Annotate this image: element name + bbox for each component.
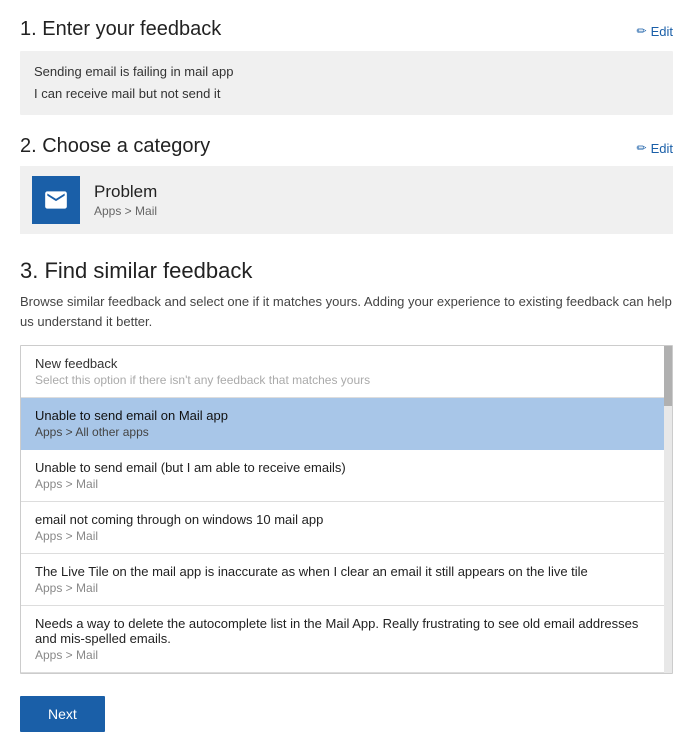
feedback-list-item-item-1[interactable]: Unable to send email on Mail app Apps > A… [21,398,672,450]
section3-container: 3. Find similar feedback Browse similar … [20,258,673,674]
item-sub-new-feedback: Select this option if there isn't any fe… [35,373,658,387]
section1-title: 1. Enter your feedback [20,18,221,41]
feedback-list-item-item-3[interactable]: email not coming through on windows 10 m… [21,502,672,554]
item-sub-item-4: Apps > Mail [35,581,658,595]
section3-description: Browse similar feedback and select one i… [20,292,673,331]
feedback-list-item-item-2[interactable]: Unable to send email (but I am able to r… [21,450,672,502]
item-title-item-2: Unable to send email (but I am able to r… [35,460,658,475]
category-path: Apps > Mail [94,204,157,218]
section1-header: 1. Enter your feedback ✏ Edit [20,18,673,41]
category-type: Problem [94,182,157,202]
next-button[interactable]: Next [20,696,105,732]
category-info: Problem Apps > Mail [94,182,157,218]
item-title-item-4: The Live Tile on the mail app is inaccur… [35,564,658,579]
item-title-item-5: Needs a way to delete the autocomplete l… [35,616,658,646]
item-sub-item-3: Apps > Mail [35,529,658,543]
feedback-line1: Sending email is failing in mail app [34,61,659,83]
item-title-item-1: Unable to send email on Mail app [35,408,658,423]
edit-icon-1: ✏ [637,24,647,38]
section2-edit-link[interactable]: ✏ Edit [637,141,673,156]
feedback-list-item-new-feedback[interactable]: New feedback Select this option if there … [21,346,672,398]
section1-edit-label: Edit [651,24,673,39]
edit-icon-2: ✏ [637,141,647,155]
item-sub-item-2: Apps > Mail [35,477,658,491]
feedback-list-item-item-5[interactable]: Needs a way to delete the autocomplete l… [21,606,672,673]
section2-title: 2. Choose a category [20,135,210,158]
section2-edit-label: Edit [651,141,673,156]
feedback-list: New feedback Select this option if there … [20,345,673,674]
item-sub-item-5: Apps > Mail [35,648,658,662]
section3-title: 3. Find similar feedback [20,258,673,284]
feedback-text-box: Sending email is failing in mail app I c… [20,51,673,115]
item-title-item-3: email not coming through on windows 10 m… [35,512,658,527]
feedback-line2: I can receive mail but not send it [34,83,659,105]
section1-edit-link[interactable]: ✏ Edit [637,24,673,39]
item-sub-item-1: Apps > All other apps [35,425,658,439]
category-box: Problem Apps > Mail [20,166,673,234]
scroll-track [664,346,672,673]
category-icon [32,176,80,224]
scroll-thumb[interactable] [664,346,672,406]
mail-icon [43,187,69,213]
section2-header: 2. Choose a category ✏ Edit [20,135,673,158]
feedback-list-item-item-4[interactable]: The Live Tile on the mail app is inaccur… [21,554,672,606]
item-title-new-feedback: New feedback [35,356,658,371]
